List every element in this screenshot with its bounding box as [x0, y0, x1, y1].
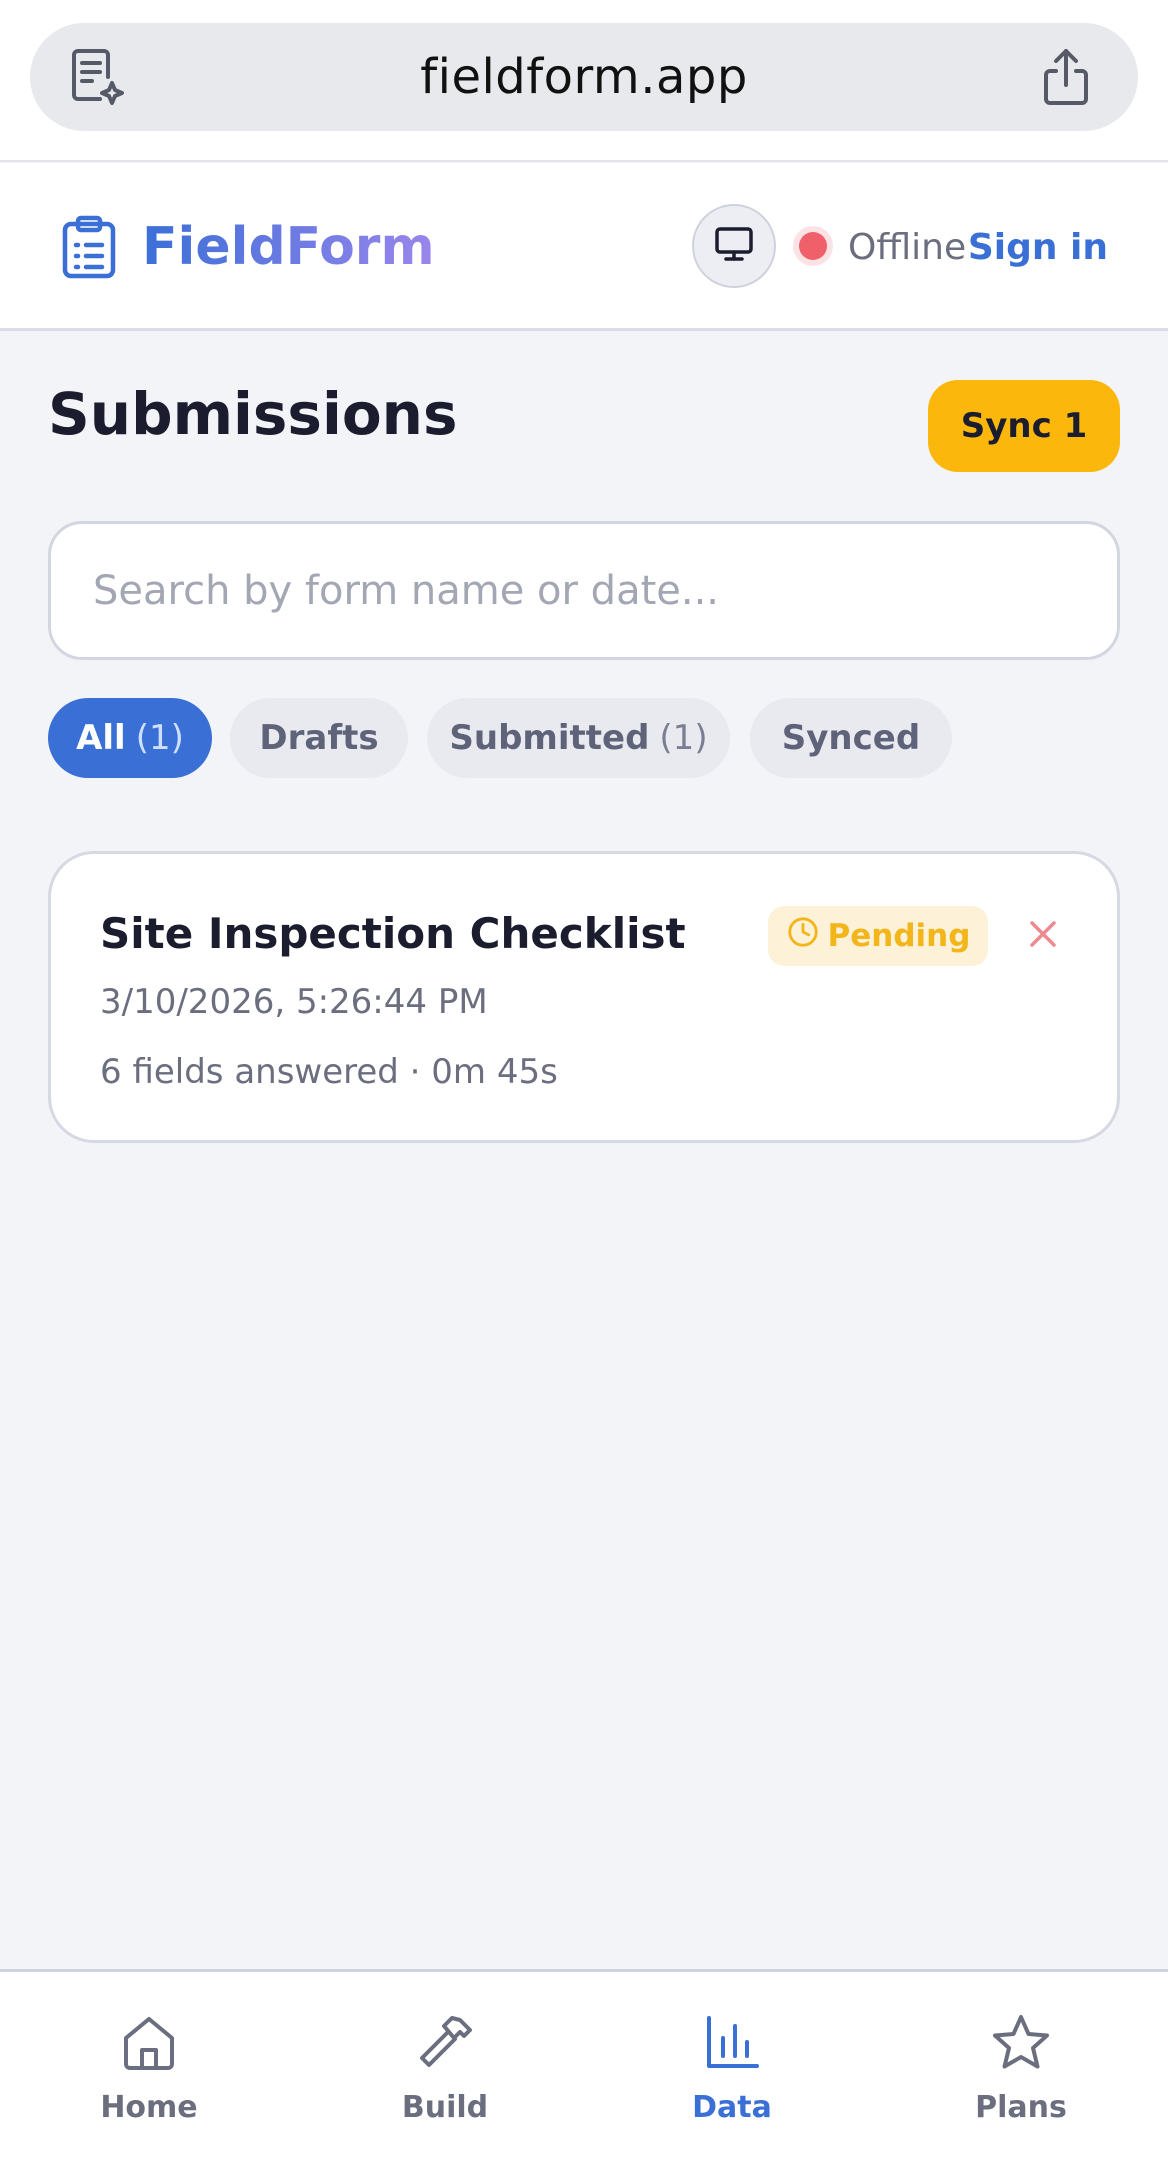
nav-label: Data: [692, 2090, 772, 2125]
submission-meta: 6 fields answered · 0m 45s: [100, 1052, 558, 1092]
brand-name[interactable]: FieldForm: [142, 163, 435, 331]
app-header: FieldForm Offline Sign in: [0, 163, 1168, 331]
browser-bar: fieldform.app: [0, 0, 1168, 162]
bar-chart-icon: [701, 2012, 763, 2078]
filter-chip-drafts[interactable]: Drafts: [230, 698, 408, 778]
close-icon: [1027, 918, 1059, 954]
status-dot: [799, 232, 827, 260]
clipboard-icon: [60, 215, 118, 279]
hammer-icon: [414, 2012, 476, 2078]
chip-label: Submitted: [449, 718, 650, 758]
nav-item-data[interactable]: Data: [632, 2012, 832, 2132]
filter-chip-synced[interactable]: Synced: [750, 698, 952, 778]
device-toggle-button[interactable]: [692, 204, 776, 288]
nav-label: Home: [100, 2090, 198, 2125]
sync-button[interactable]: Sync 1: [928, 380, 1120, 472]
submission-title: Site Inspection Checklist: [100, 909, 686, 958]
search-input[interactable]: [48, 521, 1120, 660]
monitor-icon: [712, 222, 756, 270]
submission-datetime: 3/10/2026, 5:26:44 PM: [100, 982, 488, 1022]
chip-label: Synced: [781, 718, 921, 758]
delete-submission-button[interactable]: [1017, 910, 1069, 962]
submission-card[interactable]: Site Inspection Checklist Pending 3/10/2…: [48, 851, 1120, 1143]
chip-label: Drafts: [259, 718, 379, 758]
chip-count: (1): [659, 718, 708, 758]
filter-chip-submitted[interactable]: Submitted (1): [427, 698, 730, 778]
url-text[interactable]: fieldform.app: [30, 23, 1138, 131]
star-icon: [990, 2012, 1052, 2078]
bottom-nav: Home Build Data Plans: [0, 1969, 1168, 2169]
status-badge: Pending: [768, 906, 988, 966]
nav-label: Plans: [975, 2090, 1067, 2125]
connection-status: Offline: [848, 226, 967, 268]
nav-item-plans[interactable]: Plans: [921, 2012, 1121, 2132]
sign-in-link[interactable]: Sign in: [968, 163, 1108, 331]
address-bar[interactable]: fieldform.app: [30, 23, 1138, 131]
filter-chip-all[interactable]: All (1): [48, 698, 212, 778]
status-badge-label: Pending: [827, 918, 971, 954]
chip-count: (1): [135, 718, 184, 758]
share-icon[interactable]: [1034, 45, 1098, 109]
home-icon: [118, 2012, 180, 2078]
chip-label: All: [76, 718, 126, 758]
nav-item-home[interactable]: Home: [49, 2012, 249, 2132]
nav-item-build[interactable]: Build: [345, 2012, 545, 2132]
page-title: Submissions: [48, 380, 458, 448]
nav-label: Build: [401, 2090, 489, 2125]
clock-icon: [786, 915, 820, 957]
